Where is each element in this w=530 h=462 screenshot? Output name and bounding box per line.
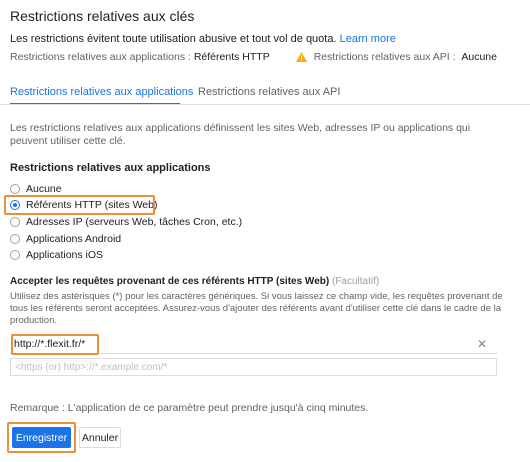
referrers-help-text: Utilisez des astérisques (*) pour les ca… [10, 291, 503, 326]
tab-application-restrictions[interactable]: Restrictions relatives aux applications [10, 86, 193, 98]
description: Les restrictions évitent toute utilisati… [10, 33, 396, 45]
page-title: Restrictions relatives aux clés [10, 8, 195, 24]
radio-button[interactable] [10, 234, 20, 244]
referrer-entry: http://*.flexit.fr/* ✕ [10, 335, 497, 354]
radio-label: Référents HTTP (sites Web) [26, 199, 158, 211]
radio-option-ios-apps[interactable]: Applications iOS [10, 248, 103, 262]
tab-api-restrictions[interactable]: Restrictions relatives aux API [198, 86, 340, 98]
radio-label: Aucune [26, 183, 62, 195]
new-referrer-input[interactable] [10, 358, 497, 376]
app-restrictions-heading: Restrictions relatives aux applications [10, 162, 211, 174]
radio-button[interactable] [10, 184, 20, 194]
app-restriction-value: Référents HTTP [193, 51, 270, 63]
cancel-button[interactable]: Annuler [79, 427, 121, 448]
tab-divider [0, 104, 530, 105]
warning-triangle-icon [295, 52, 307, 62]
radio-label: Applications Android [26, 233, 122, 245]
api-restriction-value: Aucune [461, 51, 497, 63]
app-restriction-label: Restrictions relatives aux applications … [10, 51, 191, 63]
referrers-field-label: Accepter les requêtes provenant de ces r… [10, 276, 379, 287]
description-text: Les restrictions évitent toute utilisati… [10, 33, 337, 45]
learn-more-link[interactable]: Learn more [340, 33, 396, 45]
close-icon[interactable]: ✕ [477, 337, 487, 351]
referrers-label-text: Accepter les requêtes provenant de ces r… [10, 276, 330, 287]
radio-button[interactable] [10, 217, 20, 227]
radio-option-http-referrers[interactable]: Référents HTTP (sites Web) [10, 198, 157, 212]
radio-option-android-apps[interactable]: Applications Android [10, 232, 121, 246]
save-button[interactable]: Enregistrer [12, 427, 71, 448]
radio-option-none[interactable]: Aucune [10, 182, 62, 196]
propagation-remark: Remarque : L'application de ce paramètre… [10, 402, 369, 414]
optional-hint: (Facultatif) [331, 276, 380, 287]
tab-bar: Restrictions relatives aux applications … [0, 82, 530, 105]
radio-label: Adresses IP (serveurs Web, tâches Cron, … [26, 216, 243, 228]
radio-button-selected[interactable] [10, 200, 20, 210]
radio-label: Applications iOS [26, 249, 104, 261]
restrictions-summary: Restrictions relatives aux applications … [10, 51, 497, 63]
radio-button[interactable] [10, 250, 20, 260]
api-restriction-label: Restrictions relatives aux API : [313, 51, 456, 63]
referrer-value[interactable]: http://*.flexit.fr/* [14, 338, 85, 350]
radio-option-ip-addresses[interactable]: Adresses IP (serveurs Web, tâches Cron, … [10, 215, 242, 229]
app-restrictions-intro: Les restrictions relatives aux applicati… [10, 122, 471, 147]
